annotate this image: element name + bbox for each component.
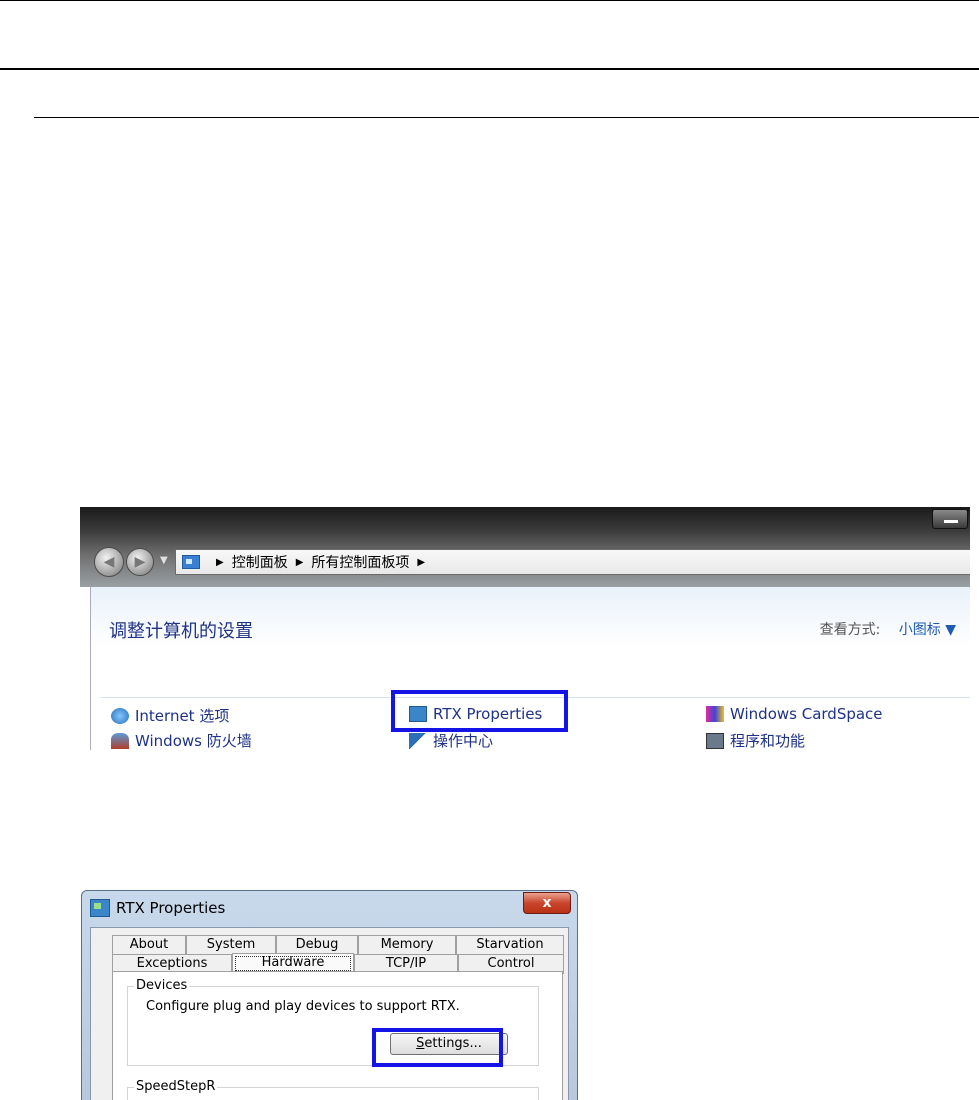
item-label: 程序和功能 [730, 732, 806, 750]
item-windows-cardspace[interactable]: Windows CardSpace [706, 705, 883, 723]
tab-label: Debug [295, 937, 339, 952]
tab-label: Exceptions [136, 956, 208, 971]
tab-system[interactable]: System [186, 935, 276, 955]
tab-memory[interactable]: Memory [358, 935, 456, 955]
tab-label: Control [487, 956, 535, 971]
view-by-label: 查看方式: [819, 622, 881, 638]
tab-label: System [206, 937, 256, 952]
speedstep-group: SpeedStepR [127, 1079, 539, 1100]
tab-starvation[interactable]: Starvation [456, 935, 564, 955]
page-title: 调整计算机的设置 [109, 621, 253, 642]
address-bar[interactable]: ▶ 控制面板 ▶ 所有控制面板项 ▶ [175, 549, 970, 575]
tab-debug[interactable]: Debug [276, 935, 358, 955]
back-arrow-icon[interactable]: ◀ [94, 547, 124, 577]
document-page: ◀ ▶ ▼ ▶ 控制面板 ▶ 所有控制面板项 ▶ 调整计算机的设置 查看方式: … [0, 0, 979, 1100]
close-button[interactable]: x [523, 892, 571, 914]
view-by-dropdown[interactable]: 小图标 ▼ [899, 622, 956, 638]
breadcrumb-item[interactable]: 控制面板 [232, 552, 288, 572]
dialog-title: RTX Properties [116, 899, 226, 917]
devices-description: Configure plug and play devices to suppo… [146, 999, 460, 1014]
item-action-center[interactable]: 操作中心 [409, 730, 493, 750]
forward-arrow-icon[interactable]: ▶ [126, 548, 154, 576]
rtx-app-icon [90, 899, 110, 917]
minimize-icon[interactable] [932, 509, 968, 529]
control-panel-icon [182, 555, 200, 569]
firewall-icon [111, 732, 129, 749]
tab-label: Hardware [261, 955, 325, 970]
item-label: Internet 选项 [135, 707, 230, 725]
tab-label: About [129, 937, 169, 952]
speedstep-group-label: SpeedStepR [134, 1079, 218, 1094]
breadcrumb-arrow-icon: ▶ [295, 556, 304, 568]
highlight-box-rtx-properties [391, 690, 568, 732]
item-programs-features[interactable]: 程序和功能 [706, 730, 805, 750]
tab-label: Starvation [476, 937, 544, 952]
header-rule-bottom [0, 68, 979, 70]
programs-icon [706, 732, 724, 749]
tab-label: TCP/IP [385, 956, 427, 971]
devices-group-label: Devices [134, 978, 190, 993]
control-panel-screenshot: ◀ ▶ ▼ ▶ 控制面板 ▶ 所有控制面板项 ▶ 调整计算机的设置 查看方式: … [80, 507, 970, 750]
rtx-properties-dialog: RTX Properties x About System Debug Memo… [81, 890, 578, 1100]
view-by-control: 查看方式: 小图标 ▼ [820, 619, 956, 639]
breadcrumb-arrow-icon: ▶ [216, 556, 224, 568]
highlight-box-settings [372, 1028, 503, 1067]
history-dropdown-icon[interactable]: ▼ [160, 555, 168, 566]
flag-icon [409, 732, 427, 749]
cardspace-icon [706, 706, 724, 722]
breadcrumb-item[interactable]: 所有控制面板项 [311, 552, 409, 572]
header-rule-top [0, 0, 979, 1]
item-windows-firewall[interactable]: Windows 防火墙 [111, 730, 252, 750]
tab-label: Memory [380, 937, 434, 952]
window-frame: ◀ ▶ ▼ ▶ 控制面板 ▶ 所有控制面板项 ▶ [80, 507, 970, 587]
internet-options-icon [111, 707, 129, 724]
item-label: Windows 防火墙 [135, 732, 252, 750]
tab-about[interactable]: About [112, 935, 186, 955]
section-rule [34, 117, 979, 118]
item-internet-options[interactable]: Internet 选项 [111, 705, 229, 726]
item-label: Windows CardSpace [730, 705, 883, 723]
breadcrumb-arrow-icon[interactable]: ▶ [417, 557, 425, 568]
item-label: 操作中心 [433, 732, 494, 750]
